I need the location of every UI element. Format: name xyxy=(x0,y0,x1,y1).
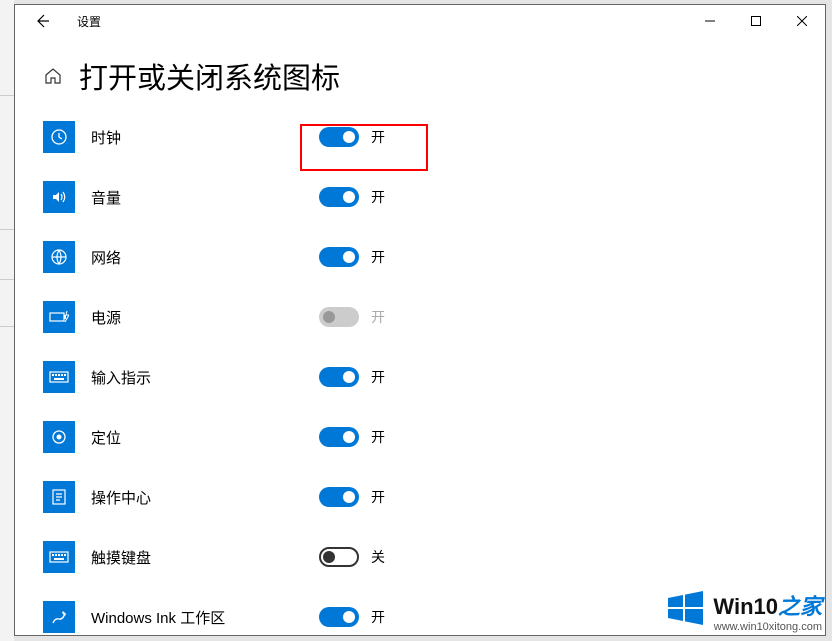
toggle-state-label: 开 xyxy=(371,427,385,447)
keyboard-icon xyxy=(43,541,75,573)
toggle-state-label: 开 xyxy=(371,607,385,627)
system-icon-row: 定位 开 xyxy=(43,407,825,467)
watermark-brand-prefix: Win10 xyxy=(713,594,778,619)
left-edge-bg xyxy=(0,0,14,641)
toggle-switch[interactable] xyxy=(319,127,359,147)
toggle-switch[interactable] xyxy=(319,607,359,627)
toggle-switch[interactable] xyxy=(319,367,359,387)
window-title: 设置 xyxy=(77,13,101,30)
close-button[interactable] xyxy=(779,5,825,37)
watermark-text: Win10之家 www.win10xitong.com xyxy=(713,589,822,633)
toggle-switch[interactable] xyxy=(319,187,359,207)
minimize-button[interactable] xyxy=(687,5,733,37)
windows-logo-icon xyxy=(665,588,705,633)
arrow-left-icon xyxy=(34,13,50,29)
toggle-area: 开 xyxy=(319,127,825,147)
clock-icon xyxy=(43,121,75,153)
toggle-area: 开 xyxy=(319,247,825,267)
home-icon xyxy=(44,67,62,85)
edge-divider xyxy=(0,326,14,327)
item-label: 网络 xyxy=(91,247,121,268)
toggle-state-label: 开 xyxy=(371,487,385,507)
notes-icon xyxy=(43,481,75,513)
titlebar: 设置 xyxy=(15,5,825,37)
toggle-state-label: 开 xyxy=(371,127,385,147)
toggle-switch[interactable] xyxy=(319,547,359,567)
item-label: 操作中心 xyxy=(91,487,151,508)
close-icon xyxy=(797,16,807,26)
toggle-switch[interactable] xyxy=(319,247,359,267)
toggle-state-label: 开 xyxy=(371,187,385,207)
toggle-area: 开 xyxy=(319,187,825,207)
toggle-area: 开 xyxy=(319,307,825,327)
toggle-area: 关 xyxy=(319,547,825,567)
battery-icon xyxy=(43,301,75,333)
toggle-state-label: 开 xyxy=(371,367,385,387)
item-label: 触摸键盘 xyxy=(91,547,151,568)
settings-window: 设置 打开或关闭系统图标 时钟开音量开网络开电源开输入指示开定位开操作中心开触摸… xyxy=(14,4,826,636)
item-label: 定位 xyxy=(91,427,121,448)
location-icon xyxy=(43,421,75,453)
toggle-switch xyxy=(319,307,359,327)
watermark-url: www.win10xitong.com xyxy=(713,621,822,633)
edge-divider xyxy=(0,279,14,280)
page-header: 打开或关闭系统图标 xyxy=(15,37,825,107)
window-controls xyxy=(687,5,825,37)
item-label: 时钟 xyxy=(91,127,121,148)
maximize-button[interactable] xyxy=(733,5,779,37)
system-icon-row: 输入指示 开 xyxy=(43,347,825,407)
system-icon-row: 网络 开 xyxy=(43,227,825,287)
toggle-switch[interactable] xyxy=(319,487,359,507)
minimize-icon xyxy=(705,16,715,26)
watermark-title: Win10之家 xyxy=(713,589,822,621)
item-label: 电源 xyxy=(91,307,121,328)
toggle-state-label: 开 xyxy=(371,247,385,267)
item-label: 音量 xyxy=(91,187,121,208)
toggle-area: 开 xyxy=(319,427,825,447)
system-icon-row: 操作中心 开 xyxy=(43,467,825,527)
globe-icon xyxy=(43,241,75,273)
volume-icon xyxy=(43,181,75,213)
toggle-area: 开 xyxy=(319,487,825,507)
system-icon-row: 时钟 开 xyxy=(43,107,825,167)
toggle-area: 开 xyxy=(319,367,825,387)
edge-divider xyxy=(0,229,14,230)
item-label: 输入指示 xyxy=(91,367,151,388)
system-icon-row: 电源 开 xyxy=(43,287,825,347)
home-button[interactable] xyxy=(43,66,63,86)
system-icon-row: 触摸键盘 关 xyxy=(43,527,825,587)
system-icons-list: 时钟开音量开网络开电源开输入指示开定位开操作中心开触摸键盘关Windows In… xyxy=(15,107,825,636)
ink-icon xyxy=(43,601,75,633)
back-button[interactable] xyxy=(23,5,61,37)
system-icon-row: 音量 开 xyxy=(43,167,825,227)
watermark: Win10之家 www.win10xitong.com xyxy=(665,588,822,633)
maximize-icon xyxy=(751,16,761,26)
page-title: 打开或关闭系统图标 xyxy=(79,55,340,97)
item-label: Windows Ink 工作区 xyxy=(91,607,225,628)
toggle-switch[interactable] xyxy=(319,427,359,447)
edge-divider xyxy=(0,95,14,96)
toggle-state-label: 关 xyxy=(371,547,385,567)
toggle-state-label: 开 xyxy=(371,307,385,327)
watermark-brand-suffix: 之家 xyxy=(778,594,822,619)
keyboard-icon xyxy=(43,361,75,393)
